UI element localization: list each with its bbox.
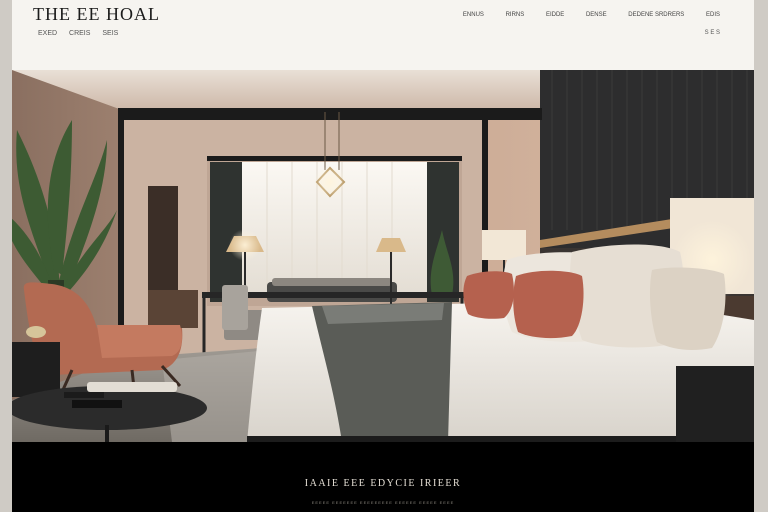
site-logo[interactable]: THE EE HOAL	[33, 4, 160, 25]
nav-item[interactable]: EIDDE	[546, 12, 564, 18]
hero-image	[12, 70, 754, 442]
footer-title: IAAIE EEE EDYCIE IRIEER	[304, 478, 462, 489]
nav-item[interactable]: RIRNS	[506, 12, 525, 18]
nav-item[interactable]: DENSE	[586, 12, 607, 18]
hotel-room-illustration	[12, 70, 754, 442]
subnav-item[interactable]: SEIS	[102, 30, 118, 37]
sub-navigation: EXED CREIS SEIS	[38, 30, 128, 37]
site-footer: IAAIE EEE EDYCIE IRIEER EEEEE EEEEEEE EE…	[12, 442, 754, 512]
footer-subtitle: EEEEE EEEEEEE EEEEEEEEE EEEEEE EEEEE EEE…	[311, 500, 455, 505]
nav-item[interactable]: EDIS	[706, 12, 720, 18]
subnav-item[interactable]: EXED	[38, 30, 57, 37]
nav-item[interactable]: ENNUS	[463, 12, 484, 18]
site-header: THE EE HOAL EXED CREIS SEIS ENNUS RIRNS …	[12, 0, 754, 70]
subnav-item[interactable]: CREIS	[69, 30, 90, 37]
nav-item[interactable]: DEDENE SRDRERS	[628, 12, 684, 18]
secondary-nav[interactable]: S E S	[705, 30, 720, 36]
main-navigation: ENNUS RIRNS EIDDE DENSE DEDENE SRDRERS E…	[443, 12, 720, 18]
page: THE EE HOAL EXED CREIS SEIS ENNUS RIRNS …	[12, 0, 754, 512]
